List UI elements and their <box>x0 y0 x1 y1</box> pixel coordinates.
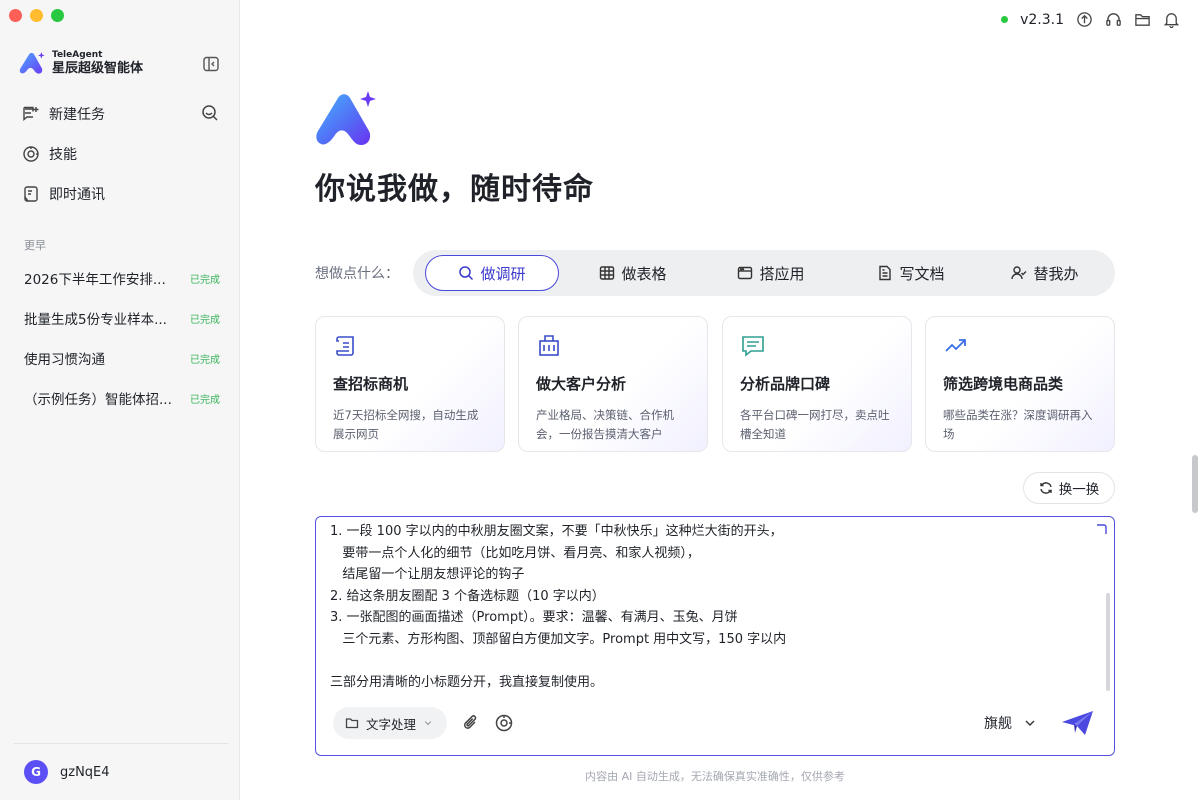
task-item[interactable]: 使用习惯沟通 已完成 <box>24 348 220 368</box>
nav-im-label: 即时通讯 <box>49 187 105 203</box>
new-task-icon <box>23 106 39 121</box>
tab-research-label: 做调研 <box>480 264 526 283</box>
tab-app-label: 搭应用 <box>759 264 805 283</box>
maximize-window-button[interactable] <box>51 9 64 22</box>
search-icon[interactable] <box>201 104 219 122</box>
tab-document-label: 写文档 <box>899 264 945 283</box>
model-select[interactable]: 旗舰 <box>984 713 1036 733</box>
mode-prompt-label: 想做点什么： <box>315 266 399 282</box>
search-icon <box>459 266 474 281</box>
skills-icon <box>23 146 39 162</box>
document-icon <box>879 265 892 281</box>
task-title: 2026下半年工作安排... <box>24 272 166 288</box>
task-item[interactable]: 批量生成5份专业样本... 已完成 <box>24 308 220 328</box>
history-section-label: 更早 <box>24 239 46 252</box>
tab-delegate-label: 替我办 <box>1033 264 1079 283</box>
task-title: （示例任务）智能体招... <box>24 392 172 408</box>
nav-instant-messaging[interactable]: 即时通讯 <box>22 184 105 204</box>
tool-select-label: 文字处理 <box>366 716 417 732</box>
brand-name-cn: 星辰超级智能体 <box>52 61 144 76</box>
suggestion-card[interactable]: 筛选跨境电商品类 哪些品类在涨？深度调研再入场 <box>925 316 1115 452</box>
chevron-down-icon <box>1025 720 1035 726</box>
model-select-label: 旗舰 <box>984 716 1012 732</box>
tab-table-label: 做表格 <box>621 264 667 283</box>
sidebar: TeleAgent 星辰超级智能体 新建任务 技能 即时通讯 更早 2026下半… <box>0 0 240 800</box>
skills-icon[interactable] <box>494 713 514 733</box>
tool-select[interactable]: 文字处理 <box>333 707 448 739</box>
hero-logo-icon <box>316 91 376 145</box>
task-item[interactable]: （示例任务）智能体招... 已完成 <box>24 388 220 408</box>
card-description: 产业格局、决策链、合作机会，一份报告摸清大客户 <box>536 408 674 441</box>
card-title: 查招标商机 <box>333 375 409 393</box>
composer-scrollbar[interactable] <box>1106 593 1110 691</box>
ai-disclaimer: 内容由 AI 自动生成，无法确保真实准确性，仅供参考 <box>585 770 845 783</box>
tab-research[interactable]: 做调研 <box>425 255 559 291</box>
nav-new-task[interactable]: 新建任务 <box>22 104 105 124</box>
sidebar-toggle-icon[interactable] <box>202 55 220 73</box>
nav-new-task-label: 新建任务 <box>49 107 105 123</box>
user-profile[interactable]: G gzNqE4 <box>24 760 110 784</box>
app-window-icon <box>738 266 753 280</box>
suggestion-card[interactable]: 做大客户分析 产业格局、决策链、合作机会，一份报告摸清大客户 <box>518 316 708 452</box>
brand: TeleAgent 星辰超级智能体 <box>18 50 143 76</box>
im-icon <box>24 186 38 202</box>
avatar: G <box>24 760 48 784</box>
sidebar-divider <box>14 743 228 744</box>
table-icon <box>600 266 615 280</box>
page-title: 你说我做，随时待命 <box>315 172 594 207</box>
tab-document[interactable]: 写文档 <box>851 255 971 291</box>
card-title: 筛选跨境电商品类 <box>943 375 1064 393</box>
task-status-badge: 已完成 <box>190 354 220 366</box>
tab-app[interactable]: 搭应用 <box>711 255 831 291</box>
folder-icon[interactable] <box>1134 11 1151 28</box>
close-window-button[interactable] <box>9 9 22 22</box>
card-description: 近7天招标全网搜，自动生成展示网页 <box>333 408 479 441</box>
window-scrollbar[interactable] <box>1192 455 1198 513</box>
refresh-label: 换一换 <box>1058 482 1100 498</box>
paperclip-icon[interactable] <box>461 713 481 733</box>
task-title: 使用习惯沟通 <box>24 352 105 368</box>
trending-up-icon <box>945 339 966 352</box>
prompt-composer: 1. 一段 100 字以内的中秋朋友圈文案，不要「中秋快乐」这种烂大街的开头， … <box>315 516 1115 756</box>
scroll-icon <box>336 336 354 356</box>
headset-icon[interactable] <box>1105 11 1122 28</box>
refresh-suggestions-button[interactable]: 换一换 <box>1023 472 1115 504</box>
tab-delegate[interactable]: 替我办 <box>985 255 1105 291</box>
online-status-dot <box>1001 16 1009 23</box>
brand-logo-icon <box>19 51 45 74</box>
upload-icon[interactable] <box>1076 11 1093 28</box>
card-description: 哪些品类在涨？深度调研再入场 <box>943 408 1093 441</box>
tab-table[interactable]: 做表格 <box>573 255 693 291</box>
task-title: 批量生成5份专业样本... <box>24 312 167 328</box>
refresh-icon <box>1040 482 1052 494</box>
card-title: 分析品牌口碑 <box>740 375 831 393</box>
nav-skills-label: 技能 <box>49 147 77 163</box>
nav-skills[interactable]: 技能 <box>22 144 77 164</box>
send-icon[interactable] <box>1060 709 1096 737</box>
task-item[interactable]: 2026下半年工作安排... 已完成 <box>24 268 220 288</box>
chevron-down-icon <box>424 721 432 726</box>
task-status-badge: 已完成 <box>190 314 220 326</box>
bell-icon[interactable] <box>1163 11 1180 28</box>
user-name: gzNqE4 <box>60 764 110 780</box>
brand-name-en: TeleAgent <box>52 50 103 60</box>
expand-icon[interactable] <box>1094 523 1108 537</box>
top-bar: v2.3.1 <box>1001 11 1180 28</box>
card-description: 各平台口碑一网打尽，卖点吐槽全知道 <box>740 408 890 441</box>
mode-tabs: 做调研 做表格 搭应用 写文档 替我办 <box>413 250 1115 296</box>
folder-icon <box>345 718 359 729</box>
suggestion-card[interactable]: 分析品牌口碑 各平台口碑一网打尽，卖点吐槽全知道 <box>722 316 912 452</box>
task-status-badge: 已完成 <box>190 274 220 286</box>
card-title: 做大客户分析 <box>536 375 627 393</box>
message-icon <box>742 336 764 357</box>
window-controls <box>9 9 64 22</box>
suggestion-card[interactable]: 查招标商机 近7天招标全网搜，自动生成展示网页 <box>315 316 505 452</box>
task-status-badge: 已完成 <box>190 394 220 406</box>
prompt-input[interactable]: 1. 一段 100 字以内的中秋朋友圈文案，不要「中秋快乐」这种烂大街的开头， … <box>330 521 1100 693</box>
version-label: v2.3.1 <box>1020 11 1064 28</box>
building-icon <box>539 335 559 356</box>
mode-selector: 想做点什么： 做调研 做表格 搭应用 写文档 替我办 <box>315 250 1115 296</box>
minimize-window-button[interactable] <box>30 9 43 22</box>
user-check-icon <box>1011 266 1027 280</box>
